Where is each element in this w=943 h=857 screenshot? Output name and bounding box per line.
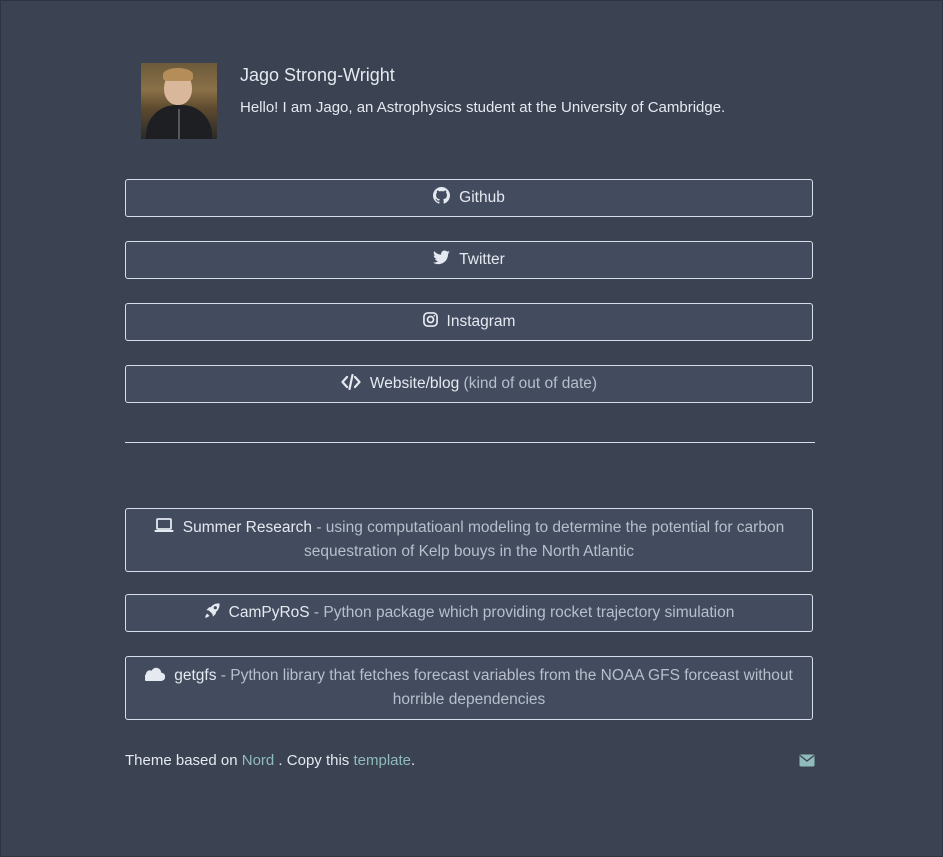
- twitter-button[interactable]: Twitter: [125, 241, 813, 279]
- laptop-icon: [154, 518, 174, 533]
- github-button[interactable]: Github: [125, 179, 813, 217]
- footer-suffix: .: [411, 752, 416, 769]
- cloud-icon: [145, 667, 166, 681]
- template-link[interactable]: template: [353, 752, 411, 769]
- envelope-icon[interactable]: [799, 754, 815, 771]
- project-label: CamPyRoS: [228, 604, 310, 621]
- instagram-label: Instagram: [446, 313, 516, 330]
- nord-link[interactable]: Nord: [242, 752, 275, 769]
- project-label: Summer Research: [182, 519, 313, 536]
- project-desc: - Python library that fetches forecast v…: [216, 667, 793, 708]
- footer: Theme based on Nord . Copy this template…: [125, 752, 815, 769]
- twitter-label: Twitter: [459, 251, 505, 268]
- instagram-button[interactable]: Instagram: [125, 303, 813, 341]
- rocket-icon: [204, 603, 220, 619]
- website-label: Website/blog: [369, 375, 460, 392]
- footer-prefix: Theme based on: [125, 752, 242, 769]
- project-campyros[interactable]: CamPyRoS - Python package which providin…: [125, 594, 813, 632]
- github-icon: [433, 187, 451, 204]
- profile-name: Jago Strong-Wright: [240, 65, 395, 85]
- project-desc: - Python package which providing rocket …: [309, 604, 735, 621]
- profile-bio: Hello! I am Jago, an Astrophysics studen…: [240, 99, 726, 116]
- website-button[interactable]: Website/blog (kind of out of date): [125, 365, 813, 403]
- avatar: [141, 63, 217, 139]
- instagram-icon: [422, 312, 438, 328]
- website-note: (kind of out of date): [463, 375, 598, 392]
- profile-header: Jago Strong-Wright Hello! I am Jago, an …: [141, 63, 801, 141]
- github-label: Github: [459, 189, 505, 206]
- project-summer-research[interactable]: Summer Research - using computatioanl mo…: [125, 508, 813, 572]
- footer-middle: . Copy this: [274, 752, 354, 769]
- code-icon: [341, 373, 361, 390]
- project-getgfs[interactable]: getgfs - Python library that fetches for…: [125, 656, 813, 720]
- twitter-icon: [433, 250, 450, 265]
- project-desc: - using computatioanl modeling to determ…: [303, 519, 785, 560]
- project-label: getgfs: [174, 667, 217, 684]
- section-divider: [125, 442, 815, 443]
